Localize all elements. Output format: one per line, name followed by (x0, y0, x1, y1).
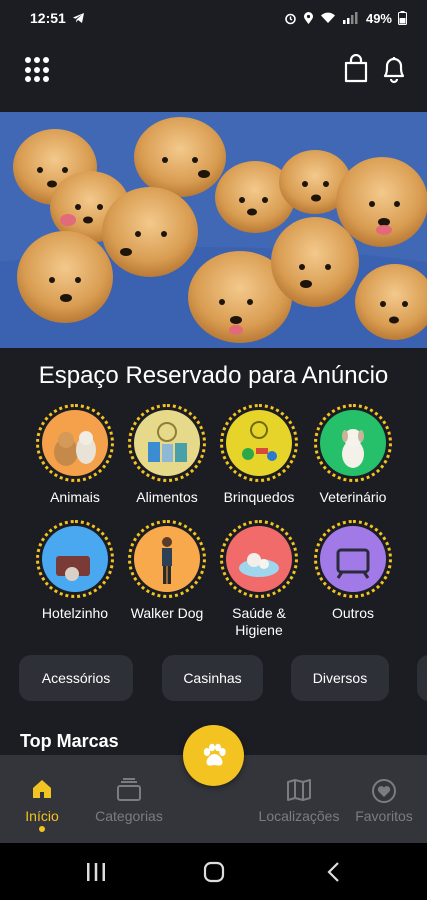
category-saude-higiene[interactable]: Saúde & Higiene (211, 520, 307, 639)
category-alimentos-image (134, 410, 200, 476)
chip-casinhas[interactable]: Casinhas (162, 655, 263, 701)
nav-favorites-label: Favoritos (355, 808, 413, 824)
telegram-icon (72, 13, 84, 23)
chip-acessorios[interactable]: Acessórios (19, 655, 133, 701)
back-icon[interactable] (322, 861, 346, 883)
banner-image[interactable] (0, 112, 427, 348)
ad-placeholder-text: Espaço Reservado para Anúncio (38, 362, 389, 389)
shopping-bag-icon[interactable] (342, 54, 370, 84)
signal-icon (342, 12, 358, 24)
category-saude-higiene-image (226, 526, 292, 592)
puppies-illustration (0, 112, 427, 348)
paw-fab-button[interactable] (183, 725, 244, 786)
recent-apps-icon[interactable] (84, 861, 108, 883)
category-alimentos-label: Alimentos (136, 489, 198, 505)
category-veterinario-label: Veterinário (319, 489, 387, 505)
nav-favorites[interactable]: Favoritos (339, 755, 427, 824)
category-outros[interactable]: Outros (305, 520, 401, 622)
nav-home[interactable]: Início (0, 755, 87, 832)
home-button-icon[interactable] (202, 861, 226, 883)
categories-icon (117, 778, 141, 801)
battery-icon (398, 11, 407, 25)
map-icon (287, 779, 311, 801)
nav-locations-label: Localizações (258, 808, 340, 824)
nav-categories[interactable]: Categorias (84, 755, 174, 824)
menu-grid-icon[interactable] (24, 56, 52, 84)
nav-home-label: Início (25, 808, 59, 824)
system-navigation-bar (0, 843, 427, 900)
heart-circle-icon (372, 779, 396, 803)
paw-icon (203, 743, 226, 766)
chip-diversos[interactable]: Diversos (291, 655, 389, 701)
category-veterinario[interactable]: Veterinário (305, 404, 401, 506)
app-bar (0, 36, 427, 112)
chip-partial[interactable] (417, 655, 427, 701)
category-walker-dog[interactable]: Walker Dog (119, 520, 215, 622)
category-walker-dog-label: Walker Dog (130, 605, 204, 621)
category-animais-image (42, 410, 108, 476)
category-hotelzinho[interactable]: Hotelzinho (27, 520, 123, 622)
category-walker-dog-image (134, 526, 200, 592)
nav-locations[interactable]: Localizações (254, 755, 344, 824)
category-brinquedos[interactable]: Brinquedos (211, 404, 307, 506)
status-time: 12:51 (30, 10, 66, 26)
category-outros-image (320, 526, 386, 592)
category-alimentos[interactable]: Alimentos (119, 404, 215, 506)
category-veterinario-image (320, 410, 386, 476)
category-hotelzinho-image (42, 526, 108, 592)
notification-bell-icon[interactable] (380, 54, 408, 84)
category-brinquedos-image (226, 410, 292, 476)
status-bar: 12:51 49% (0, 0, 427, 36)
wifi-icon (320, 12, 335, 23)
battery-percent: 49% (365, 10, 392, 26)
location-icon (303, 11, 313, 24)
category-outros-label: Outros (331, 605, 374, 621)
top-brands-title: Top Marcas (20, 731, 119, 751)
category-saude-higiene-label: Saúde & Higiene (232, 605, 286, 638)
category-animais-label: Animais (50, 489, 100, 505)
category-animais[interactable]: Animais (27, 404, 123, 506)
home-icon (33, 780, 51, 798)
chips-row: Acessórios Casinhas Diversos (19, 655, 427, 701)
nav-categories-label: Categorias (95, 808, 163, 824)
nav-active-dot (39, 826, 45, 832)
alarm-icon (285, 13, 296, 24)
category-brinquedos-label: Brinquedos (223, 489, 295, 505)
category-hotelzinho-label: Hotelzinho (41, 605, 109, 621)
